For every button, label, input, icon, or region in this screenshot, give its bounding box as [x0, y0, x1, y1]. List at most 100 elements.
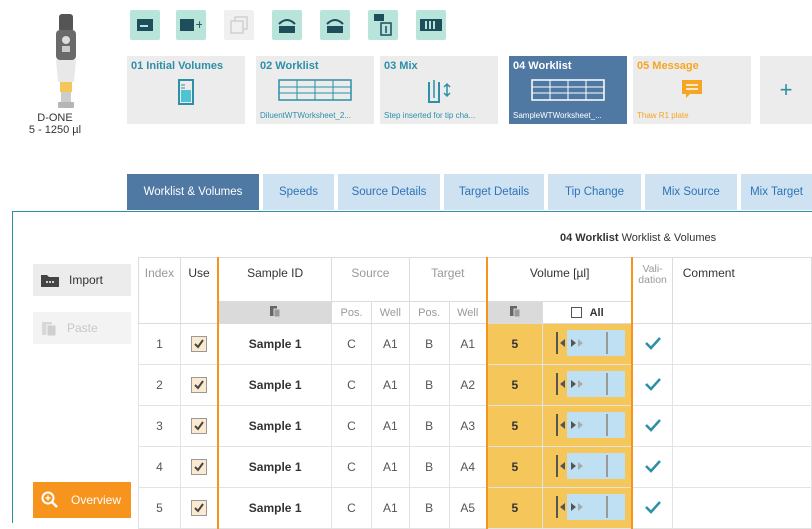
tab-target-details[interactable]: Target Details	[444, 174, 544, 210]
step-subtitle: Step inserted for tip cha...	[384, 111, 476, 120]
row-tgt-pos[interactable]: B	[408, 405, 450, 447]
row-volume[interactable]: 5	[485, 364, 543, 406]
row-tgt-pos[interactable]: B	[408, 446, 450, 488]
row-use-cell[interactable]	[179, 323, 219, 365]
row-tgt-pos[interactable]: B	[408, 323, 450, 365]
row-volume[interactable]: 5	[485, 323, 543, 365]
row-volume-slider[interactable]	[541, 446, 633, 488]
step-subtitle: SampleWTWorksheet_...	[513, 111, 602, 120]
header-target: Target	[408, 257, 488, 302]
row-comment[interactable]	[671, 446, 812, 488]
row-src-well[interactable]: A1	[370, 487, 410, 529]
row-comment[interactable]	[671, 323, 812, 365]
overview-button[interactable]: Overview	[33, 482, 131, 518]
row-use-cell[interactable]	[179, 364, 219, 406]
row-tgt-well[interactable]: A2	[448, 364, 488, 406]
add-step-button[interactable]: +	[760, 56, 812, 124]
use-checkbox[interactable]	[191, 459, 208, 475]
row-sample-id[interactable]: Sample 1	[217, 487, 333, 529]
row-index: 3	[138, 405, 181, 447]
overview-label: Overview	[71, 493, 122, 507]
volume-slider-icon	[556, 493, 626, 520]
row-src-pos[interactable]: C	[331, 364, 372, 406]
tool-delete-button[interactable]	[368, 10, 398, 40]
row-sample-id[interactable]: Sample 1	[217, 323, 333, 365]
row-src-pos[interactable]: C	[331, 487, 372, 529]
valid-check-icon	[644, 418, 661, 432]
tool-move-left-button[interactable]	[272, 10, 302, 40]
tool-move-right-button[interactable]	[320, 10, 350, 40]
row-comment[interactable]	[671, 405, 812, 447]
row-use-cell[interactable]	[179, 405, 219, 447]
table-row[interactable]: 3 Sample 1 C A1 B A3 5	[138, 405, 812, 447]
row-src-pos[interactable]: C	[331, 323, 372, 365]
paste-button[interactable]: Paste	[33, 312, 131, 344]
volume-paste-cell[interactable]	[485, 301, 543, 324]
table-row[interactable]: 1 Sample 1 C A1 B A1 5	[138, 323, 812, 365]
step-card-2[interactable]: 02 Worklist DiluentWTWorksheet_2...	[256, 56, 374, 124]
tool-add-button[interactable]: +	[176, 10, 206, 40]
checkmark-icon	[194, 462, 204, 472]
row-comment[interactable]	[671, 364, 812, 406]
mix-icon	[428, 80, 451, 103]
row-volume-slider[interactable]	[541, 405, 633, 447]
subheader-tgt-well: Well	[448, 301, 488, 324]
tab-speeds[interactable]: Speeds	[263, 174, 334, 210]
step-card-4[interactable]: 04 Worklist SampleWTWorksheet_...	[509, 56, 627, 124]
row-tgt-well[interactable]: A4	[448, 446, 488, 488]
use-checkbox[interactable]	[191, 418, 208, 434]
tool-copy-button[interactable]	[224, 10, 254, 40]
tool-tip-button[interactable]	[416, 10, 446, 40]
step-card-5[interactable]: 05 Message Thaw R1 plate	[633, 56, 751, 124]
row-validation	[631, 487, 673, 529]
tab-worklist-volumes[interactable]: Worklist & Volumes	[127, 174, 259, 210]
tab-source-details[interactable]: Source Details	[338, 174, 440, 210]
row-volume[interactable]: 5	[485, 487, 543, 529]
row-volume[interactable]: 5	[485, 446, 543, 488]
header-comment: Comment	[671, 257, 812, 324]
tab-tip-change[interactable]: Tip Change	[548, 174, 641, 210]
row-src-well[interactable]: A1	[370, 364, 410, 406]
table-row[interactable]: 5 Sample 1 C A1 B A5 5	[138, 487, 812, 529]
sample-paste-cell[interactable]	[217, 301, 333, 324]
step-title: 04 Worklist	[513, 60, 572, 72]
row-use-cell[interactable]	[179, 446, 219, 488]
row-tgt-well[interactable]: A5	[448, 487, 488, 529]
all-checkbox[interactable]	[570, 307, 582, 319]
use-checkbox[interactable]	[191, 336, 208, 352]
paste-icon	[42, 322, 57, 336]
row-src-pos[interactable]: C	[331, 446, 372, 488]
row-src-pos[interactable]: C	[331, 405, 372, 447]
import-button[interactable]: Import	[33, 264, 131, 296]
row-sample-id[interactable]: Sample 1	[217, 446, 333, 488]
row-src-well[interactable]: A1	[370, 323, 410, 365]
table-row[interactable]: 4 Sample 1 C A1 B A4 5	[138, 446, 812, 488]
row-use-cell[interactable]	[179, 487, 219, 529]
step-card-3[interactable]: 03 Mix Step inserted for tip cha...	[380, 56, 498, 124]
row-tgt-pos[interactable]: B	[408, 487, 450, 529]
row-volume[interactable]: 5	[485, 405, 543, 447]
step-card-1[interactable]: 01 Initial Volumes	[127, 56, 245, 124]
row-validation	[631, 364, 673, 406]
row-src-well[interactable]: A1	[370, 405, 410, 447]
volume-all-toggle[interactable]: All	[541, 301, 633, 324]
row-tgt-well[interactable]: A3	[448, 405, 488, 447]
tool-card-button[interactable]	[130, 10, 160, 40]
row-sample-id[interactable]: Sample 1	[217, 364, 333, 406]
row-volume-slider[interactable]	[541, 487, 633, 529]
use-checkbox[interactable]	[191, 500, 208, 516]
row-sample-id[interactable]: Sample 1	[217, 405, 333, 447]
row-volume-slider[interactable]	[541, 323, 633, 365]
row-comment[interactable]	[671, 487, 812, 529]
row-tgt-pos[interactable]: B	[408, 364, 450, 406]
step-title: 02 Worklist	[260, 60, 319, 72]
tab-mix-target[interactable]: Mix Target	[741, 174, 812, 210]
row-tgt-well[interactable]: A1	[448, 323, 488, 365]
tab-mix-source[interactable]: Mix Source	[645, 174, 737, 210]
table-row[interactable]: 2 Sample 1 C A1 B A2 5	[138, 364, 812, 406]
use-checkbox[interactable]	[191, 377, 208, 393]
row-volume-slider[interactable]	[541, 364, 633, 406]
tip-icon	[420, 19, 442, 31]
worklist-icon	[278, 79, 352, 101]
row-src-well[interactable]: A1	[370, 446, 410, 488]
